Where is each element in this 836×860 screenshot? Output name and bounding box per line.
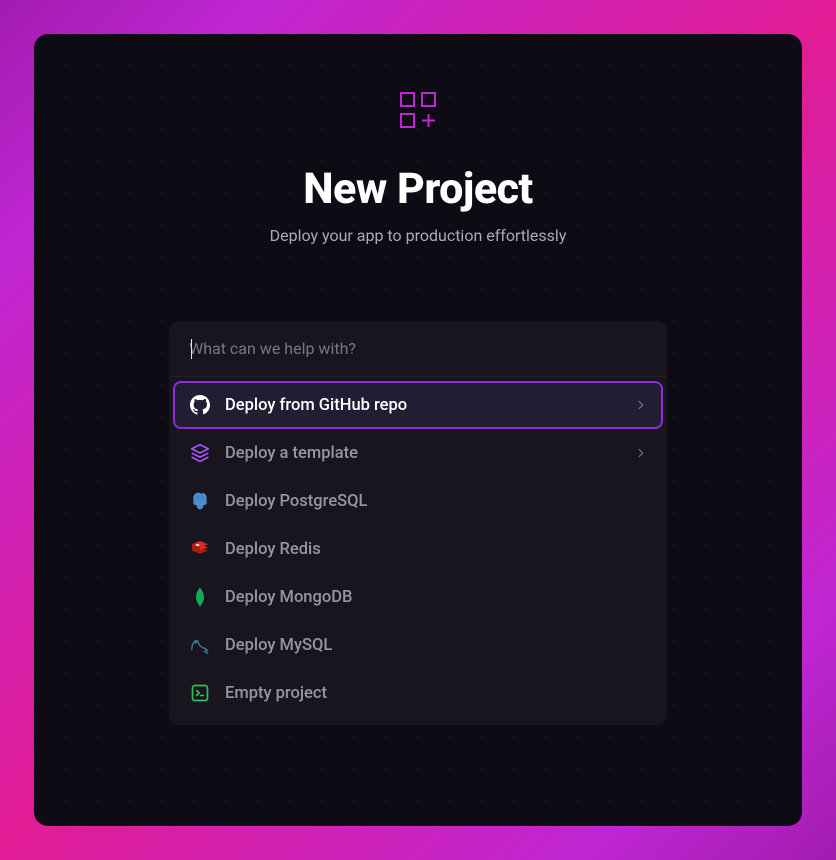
mysql-icon bbox=[189, 634, 211, 656]
option-deploy-template[interactable]: Deploy a template bbox=[173, 429, 663, 477]
new-project-dialog: New Project Deploy your app to productio… bbox=[34, 34, 802, 826]
option-empty-project[interactable]: Empty project bbox=[173, 669, 663, 717]
option-label: Deploy a template bbox=[225, 444, 633, 463]
option-label: Deploy PostgreSQL bbox=[225, 492, 649, 511]
option-label: Deploy MySQL bbox=[225, 636, 649, 655]
option-label: Deploy Redis bbox=[225, 540, 649, 559]
option-deploy-redis[interactable]: Deploy Redis bbox=[173, 525, 663, 573]
terminal-icon bbox=[189, 682, 211, 704]
layers-icon bbox=[189, 442, 211, 464]
option-deploy-github[interactable]: Deploy from GitHub repo bbox=[173, 381, 663, 429]
option-deploy-mysql[interactable]: Deploy MySQL bbox=[173, 621, 663, 669]
option-label: Deploy from GitHub repo bbox=[225, 396, 633, 415]
option-deploy-mongodb[interactable]: Deploy MongoDB bbox=[173, 573, 663, 621]
search-row[interactable] bbox=[169, 321, 667, 377]
mongodb-icon bbox=[189, 586, 211, 608]
chevron-right-icon bbox=[633, 445, 649, 461]
page-title: New Project bbox=[303, 164, 532, 214]
postgresql-icon bbox=[189, 490, 211, 512]
chevron-right-icon bbox=[633, 397, 649, 413]
options-list: Deploy from GitHub repo Deploy a templat… bbox=[169, 377, 667, 725]
app-grid-icon bbox=[400, 92, 436, 128]
page-subtitle: Deploy your app to production effortless… bbox=[270, 226, 567, 245]
option-label: Deploy MongoDB bbox=[225, 588, 649, 607]
command-palette: Deploy from GitHub repo Deploy a templat… bbox=[169, 321, 667, 725]
redis-icon bbox=[189, 538, 211, 560]
github-icon bbox=[189, 394, 211, 416]
option-label: Empty project bbox=[225, 684, 649, 703]
search-input[interactable] bbox=[189, 339, 647, 358]
option-deploy-postgresql[interactable]: Deploy PostgreSQL bbox=[173, 477, 663, 525]
